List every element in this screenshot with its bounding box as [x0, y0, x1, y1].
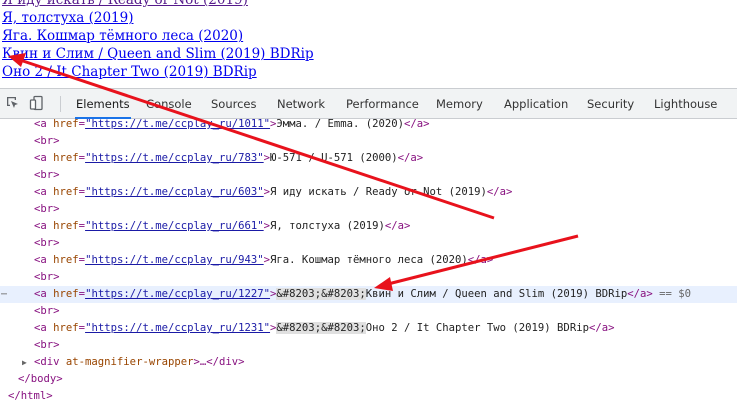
- dom-href-link[interactable]: "https://t.me/ccplay_ru/1011": [85, 118, 270, 130]
- tab-memory[interactable]: Memory: [436, 89, 483, 118]
- dom-node-anchor[interactable]: <a href="https://t.me/ccplay_ru/603">Я и…: [0, 184, 737, 201]
- dom-node-anchor[interactable]: <a href="https://t.me/ccplay_ru/783">Ю-5…: [0, 150, 737, 167]
- dom-node-anchor[interactable]: <a href="https://t.me/ccplay_ru/1231">&#…: [0, 320, 737, 337]
- page-link-tolstukha[interactable]: Я, толстуха (2019): [2, 10, 133, 27]
- dom-node-div[interactable]: ▶ <div at-magnifier-wrapper>…</div>: [0, 354, 737, 371]
- dom-node-br[interactable]: <br>: [0, 235, 737, 252]
- tab-network[interactable]: Network: [277, 89, 325, 118]
- dom-node-html-close[interactable]: </html>: [0, 388, 737, 405]
- tab-application[interactable]: Application: [504, 89, 568, 118]
- zero-width-space-entity: &#8203;&#8203;: [276, 322, 366, 334]
- tab-sources[interactable]: Sources: [211, 89, 257, 118]
- page-link-queen-and-slim[interactable]: Квин и Слим / Queen and Slim (2019) BDRi…: [2, 46, 314, 63]
- expand-triangle-icon[interactable]: ▶: [22, 354, 27, 371]
- dom-href-link[interactable]: "https://t.me/ccplay_ru/943": [85, 254, 264, 266]
- dom-node-br[interactable]: <br>: [0, 337, 737, 354]
- dom-node-br[interactable]: <br>: [0, 269, 737, 286]
- rendered-page: Я иду искать / Ready or Not (2019) Я, то…: [0, 0, 737, 86]
- inspect-element-icon[interactable]: [5, 95, 21, 111]
- dom-href-link[interactable]: "https://t.me/ccplay_ru/783": [85, 152, 264, 164]
- dom-node-anchor-selected[interactable]: ⋯ <a href="https://t.me/ccplay_ru/1227">…: [0, 286, 737, 303]
- dom-node-anchor[interactable]: <a href="https://t.me/ccplay_ru/1011">Эм…: [0, 116, 737, 133]
- toolbar-divider: [60, 96, 61, 112]
- page-link-ready-or-not[interactable]: Я иду искать / Ready or Not (2019): [2, 0, 248, 9]
- tab-performance[interactable]: Performance: [346, 89, 419, 118]
- dom-node-anchor[interactable]: <a href="https://t.me/ccplay_ru/943">Яга…: [0, 252, 737, 269]
- dom-tree: <a href="https://t.me/ccplay_ru/1011">Эм…: [0, 116, 737, 407]
- tab-security[interactable]: Security: [587, 89, 634, 118]
- tab-elements[interactable]: Elements: [75, 89, 131, 119]
- zero-width-space-entity: &#8203;&#8203;: [276, 288, 366, 300]
- dom-node-anchor[interactable]: <a href="https://t.me/ccplay_ru/661">Я, …: [0, 218, 737, 235]
- dom-node-br[interactable]: <br>: [0, 167, 737, 184]
- selected-node-ref: == $0: [659, 288, 692, 300]
- more-actions-icon[interactable]: ⋯: [1, 286, 7, 303]
- page-link-it-chapter-two[interactable]: Оно 2 / It Chapter Two (2019) BDRip: [2, 64, 257, 81]
- devtools-tabbar: Elements Console Sources Network Perform…: [0, 89, 737, 119]
- dom-node-br[interactable]: <br>: [0, 201, 737, 218]
- dom-node-br[interactable]: <br>: [0, 303, 737, 320]
- dom-href-link[interactable]: "https://t.me/ccplay_ru/603": [85, 186, 264, 198]
- dom-href-link[interactable]: "https://t.me/ccplay_ru/1231": [85, 322, 270, 334]
- device-toolbar-icon[interactable]: [29, 95, 45, 111]
- dom-href-link[interactable]: "https://t.me/ccplay_ru/1227": [85, 288, 270, 300]
- tab-lighthouse[interactable]: Lighthouse: [654, 89, 717, 118]
- dom-node-body-close[interactable]: </body>: [0, 371, 737, 388]
- page-link-yaga[interactable]: Яга. Кошмар тёмного леса (2020): [2, 28, 243, 45]
- tab-console[interactable]: Console: [146, 89, 192, 118]
- dom-node-br[interactable]: <br>: [0, 133, 737, 150]
- devtools-panel: Elements Console Sources Network Perform…: [0, 88, 737, 407]
- dom-href-link[interactable]: "https://t.me/ccplay_ru/661": [85, 220, 264, 232]
